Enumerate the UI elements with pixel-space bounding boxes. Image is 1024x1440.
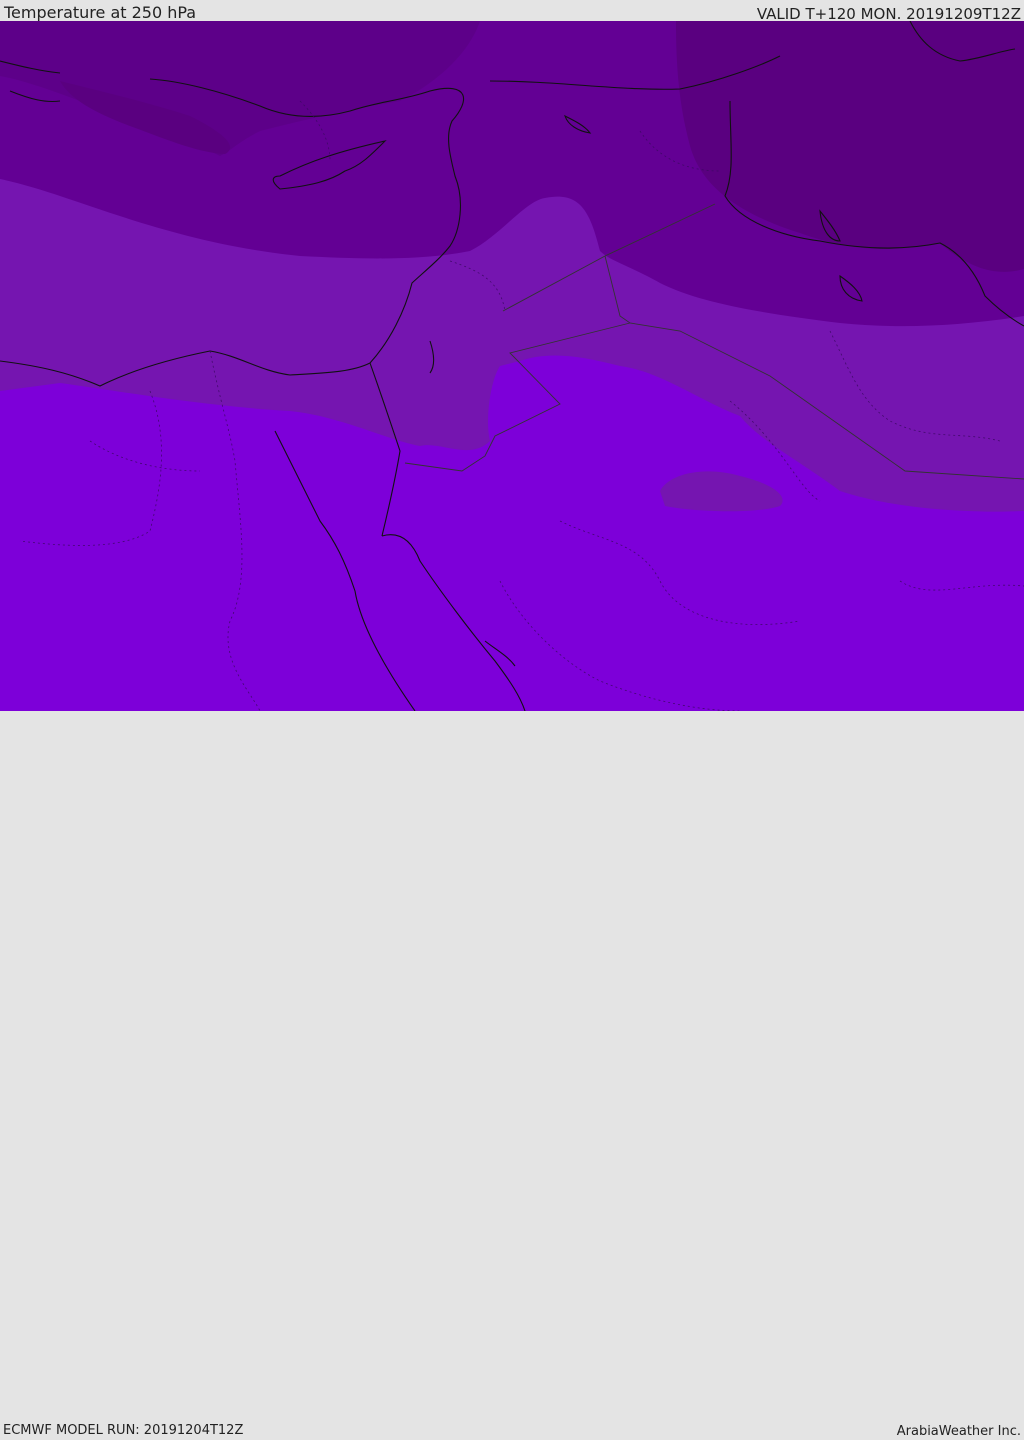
footer-bar: ECMWF MODEL RUN: 20191204T12Z ArabiaWeat… (0, 711, 1024, 1439)
map-title: Temperature at 250 hPa (4, 3, 197, 22)
header-bar: Temperature at 250 hPa VALID T+120 MON. … (0, 0, 1024, 23)
temperature-map (0, 21, 1024, 711)
model-run: ECMWF MODEL RUN: 20191204T12Z (3, 1423, 244, 1438)
credit-text: ArabiaWeather Inc. (896, 1424, 1021, 1439)
